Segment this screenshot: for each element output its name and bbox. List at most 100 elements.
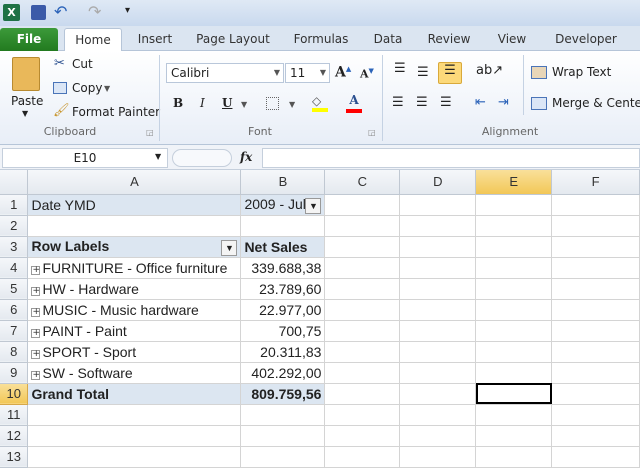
expand-icon[interactable]: + (31, 265, 41, 275)
chevron-down-icon[interactable]: ▼ (104, 84, 110, 93)
cell[interactable] (475, 299, 553, 321)
active-cell-e10[interactable] (475, 383, 553, 405)
undo-icon[interactable]: ↶ (54, 2, 67, 21)
pivot-item-value[interactable]: 402.292,00 (240, 362, 326, 384)
cell[interactable] (399, 320, 477, 342)
formula-input[interactable] (262, 148, 640, 168)
cell[interactable] (475, 446, 553, 468)
cell[interactable] (399, 404, 477, 426)
tab-page-layout[interactable]: Page Layout (192, 28, 274, 51)
cell[interactable] (27, 446, 242, 468)
cell[interactable] (551, 425, 640, 447)
pivot-item-value[interactable]: 700,75 (240, 320, 326, 342)
tab-data[interactable]: Data (368, 28, 408, 51)
tab-home[interactable]: Home (64, 28, 122, 52)
merge-center-button[interactable]: Merge & Center (552, 96, 640, 110)
cell[interactable] (324, 425, 401, 447)
borders-icon[interactable] (266, 97, 279, 110)
cell[interactable] (399, 236, 477, 258)
cell[interactable] (324, 446, 401, 468)
row-header-6[interactable]: 6 (0, 299, 29, 321)
paste-icon[interactable] (12, 57, 40, 91)
tab-view[interactable]: View (492, 28, 532, 51)
grow-font-icon[interactable]: A▲ (335, 64, 351, 81)
align-bottom-icon[interactable]: ☰ (438, 62, 462, 84)
cell[interactable] (240, 404, 326, 426)
cell[interactable] (475, 194, 553, 216)
pivot-item-value[interactable]: 23.789,60 (240, 278, 326, 300)
align-top-icon[interactable]: ☰ (394, 61, 406, 76)
shrink-font-icon[interactable]: A▼ (360, 66, 374, 81)
cell[interactable] (551, 236, 640, 258)
row-header-13[interactable]: 13 (0, 446, 29, 468)
cell[interactable] (475, 257, 553, 279)
pivot-item-label-cell[interactable]: + MUSIC - Music hardware (27, 299, 242, 321)
grand-total-value[interactable]: 809.759,56 (240, 382, 326, 405)
expand-icon[interactable]: + (31, 286, 41, 296)
cell[interactable] (324, 320, 401, 342)
row-header-3[interactable]: 3 (0, 236, 29, 258)
chevron-down-icon[interactable]: ▼ (22, 109, 28, 118)
cell[interactable] (475, 215, 553, 237)
cell[interactable] (324, 236, 401, 258)
align-right-icon[interactable]: ☰ (440, 95, 452, 110)
pivot-item-label-cell[interactable]: + SPORT - Sport (27, 341, 242, 363)
cell[interactable] (551, 383, 640, 405)
column-header-e[interactable]: E (475, 170, 553, 195)
fill-color-icon[interactable]: ◇ (312, 94, 328, 112)
cell[interactable] (27, 215, 242, 237)
cell[interactable] (475, 404, 553, 426)
font-size-select[interactable]: 11 ▼ (285, 63, 330, 83)
cell[interactable] (551, 320, 640, 342)
align-left-icon[interactable]: ☰ (392, 95, 404, 110)
tab-formulas[interactable]: Formulas (288, 28, 354, 51)
cell[interactable] (399, 341, 477, 363)
cell[interactable] (399, 215, 477, 237)
row-header-9[interactable]: 9 (0, 362, 29, 384)
row-header-1[interactable]: 1 (0, 194, 29, 216)
customize-icon[interactable]: ▾ (125, 5, 130, 16)
filter-icon[interactable]: ▼ (221, 239, 238, 256)
align-middle-icon[interactable]: ☰ (417, 65, 429, 80)
dialog-launcher-icon[interactable]: ◲ (368, 128, 376, 137)
chevron-down-icon[interactable]: ▼ (289, 100, 295, 109)
expand-icon[interactable]: + (31, 328, 41, 338)
font-name-select[interactable]: Calibri ▼ (166, 63, 284, 83)
cell[interactable] (551, 341, 640, 363)
cell[interactable] (551, 446, 640, 468)
underline-button[interactable]: U (222, 96, 232, 110)
pivot-item-value[interactable]: 20.311,83 (240, 341, 326, 363)
filter-icon[interactable]: ▼ (305, 197, 322, 214)
cell[interactable] (475, 341, 553, 363)
cell[interactable] (399, 425, 477, 447)
name-box[interactable]: E10 (2, 148, 168, 168)
column-header-c[interactable]: C (324, 170, 401, 195)
pivot-filter-label[interactable]: Date YMD (27, 194, 242, 216)
cell[interactable] (551, 257, 640, 279)
cell[interactable] (551, 194, 640, 216)
pivot-item-label-cell[interactable]: + FURNITURE - Office furniture (27, 257, 242, 279)
pivot-item-label-cell[interactable]: + SW - Software (27, 362, 242, 384)
expand-icon[interactable]: + (31, 307, 41, 317)
wrap-text-button[interactable]: Wrap Text (552, 65, 611, 79)
select-all-corner[interactable] (0, 170, 29, 195)
cell[interactable] (399, 278, 477, 300)
grand-total-label[interactable]: Grand Total (27, 382, 242, 405)
paste-button[interactable]: Paste (11, 94, 43, 108)
pivot-value-header[interactable]: Net Sales (240, 236, 326, 258)
cell[interactable] (324, 362, 401, 384)
pivot-item-value[interactable]: 339.688,38 (240, 257, 326, 279)
cell[interactable] (240, 446, 326, 468)
cell[interactable] (399, 194, 477, 216)
column-header-b[interactable]: B (240, 170, 326, 195)
cut-button[interactable]: Cut (72, 57, 93, 71)
cell[interactable] (551, 404, 640, 426)
cell[interactable] (324, 341, 401, 363)
row-header-4[interactable]: 4 (0, 257, 29, 279)
italic-button[interactable]: I (200, 96, 205, 110)
save-icon[interactable] (31, 5, 46, 20)
copy-button[interactable]: Copy (72, 81, 102, 95)
tab-review[interactable]: Review (424, 28, 474, 51)
insert-function-button[interactable]: fx (240, 150, 252, 164)
pivot-item-label-cell[interactable]: + PAINT - Paint (27, 320, 242, 342)
